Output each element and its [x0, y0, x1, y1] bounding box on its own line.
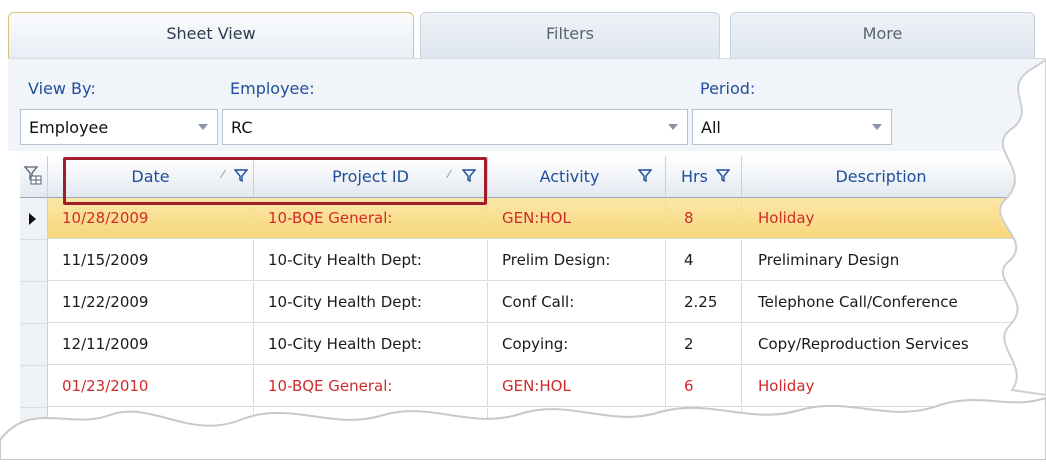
- project-id-cell[interactable]: 10-BQ: [254, 408, 488, 449]
- description-cell[interactable]: Copy/Reproduction Services: [742, 324, 1046, 365]
- employee-value: RC: [231, 118, 253, 137]
- timesheet-window: Sheet View Filters More View By: Employe…: [0, 0, 1046, 466]
- filter-grid-icon[interactable]: [24, 166, 42, 186]
- row-selector[interactable]: [20, 240, 48, 282]
- period-value: All: [701, 118, 721, 137]
- view-by-label: View By:: [28, 79, 96, 98]
- hrs-cell[interactable]: 2: [666, 324, 742, 365]
- tab-strip: Sheet View Filters More: [0, 0, 1046, 58]
- row-selector[interactable]: [20, 408, 48, 450]
- activity-cell[interactable]: GEN:HOL: [488, 198, 666, 239]
- current-row-arrow-icon: [29, 213, 36, 225]
- tab-filters[interactable]: Filters: [420, 12, 720, 58]
- column-header-description[interactable]: Description: [742, 156, 1046, 198]
- hrs-cell[interactable]: [666, 408, 742, 449]
- date-cell[interactable]: 01/23/2010: [48, 366, 254, 407]
- hrs-cell[interactable]: 4: [666, 240, 742, 281]
- column-header-activity[interactable]: Activity: [488, 156, 666, 198]
- employee-dropdown[interactable]: RC: [222, 109, 688, 145]
- date-cell[interactable]: 11/22/2009: [48, 282, 254, 323]
- filter-icon[interactable]: [234, 168, 248, 182]
- activity-cell[interactable]: GEN:VAC: [488, 408, 666, 449]
- project-id-cell[interactable]: 10-BQE General:: [254, 198, 488, 239]
- row-selector[interactable]: [20, 366, 48, 408]
- project-id-cell[interactable]: 10-City Health Dept:: [254, 240, 488, 281]
- filter-panel: View By: Employee Employee: RC Period: A…: [8, 58, 1046, 151]
- sort-icon: ⁄: [222, 168, 224, 181]
- period-label: Period:: [700, 79, 756, 98]
- project-id-cell[interactable]: 10-BQE General:: [254, 366, 488, 407]
- date-cell[interactable]: 11/15/2009: [48, 240, 254, 281]
- activity-cell[interactable]: Conf Call:: [488, 282, 666, 323]
- row-selector[interactable]: [20, 198, 48, 240]
- description-cell[interactable]: Holiday: [742, 366, 1046, 407]
- column-header-label: Project ID: [332, 167, 409, 186]
- chevron-down-icon[interactable]: [189, 110, 217, 144]
- column-header-project-id[interactable]: Project ID ⁄: [254, 156, 488, 198]
- column-header-date[interactable]: Date ⁄: [48, 156, 254, 198]
- tab-sheet-view[interactable]: Sheet View: [8, 12, 414, 58]
- period-dropdown[interactable]: All: [692, 109, 892, 145]
- project-id-cell[interactable]: 10-City Health Dept:: [254, 324, 488, 365]
- hrs-cell[interactable]: 6: [666, 366, 742, 407]
- description-cell[interactable]: [742, 408, 1046, 449]
- description-cell[interactable]: Telephone Call/Conference: [742, 282, 1046, 323]
- chevron-down-icon[interactable]: [659, 110, 687, 144]
- row-selector[interactable]: [20, 282, 48, 324]
- grid-corner[interactable]: [20, 156, 48, 198]
- employee-label: Employee:: [230, 79, 315, 98]
- view-by-dropdown[interactable]: Employee: [20, 109, 218, 145]
- activity-cell[interactable]: Copying:: [488, 324, 666, 365]
- date-cell[interactable]: 12/11/2009: [48, 324, 254, 365]
- date-cell[interactable]: [48, 408, 254, 449]
- row-selector[interactable]: [20, 324, 48, 366]
- project-id-cell[interactable]: 10-City Health Dept:: [254, 282, 488, 323]
- activity-cell[interactable]: GEN:HOL: [488, 366, 666, 407]
- activity-cell[interactable]: Prelim Design:: [488, 240, 666, 281]
- chevron-down-icon[interactable]: [863, 110, 891, 144]
- description-cell[interactable]: Holiday: [742, 198, 1046, 239]
- hrs-cell[interactable]: 2.25: [666, 282, 742, 323]
- date-cell[interactable]: 10/28/2009: [48, 198, 254, 239]
- description-cell[interactable]: Preliminary Design: [742, 240, 1046, 281]
- view-by-value: Employee: [29, 118, 109, 137]
- timesheet-grid: Date ⁄ Project ID ⁄ Activity Hrs Descrip…: [20, 156, 1046, 466]
- tab-more[interactable]: More: [730, 12, 1035, 58]
- sort-icon: ⁄: [448, 168, 450, 181]
- column-header-label: Activity: [539, 167, 600, 186]
- column-header-label: Description: [835, 167, 927, 186]
- hrs-cell[interactable]: 8: [666, 198, 742, 239]
